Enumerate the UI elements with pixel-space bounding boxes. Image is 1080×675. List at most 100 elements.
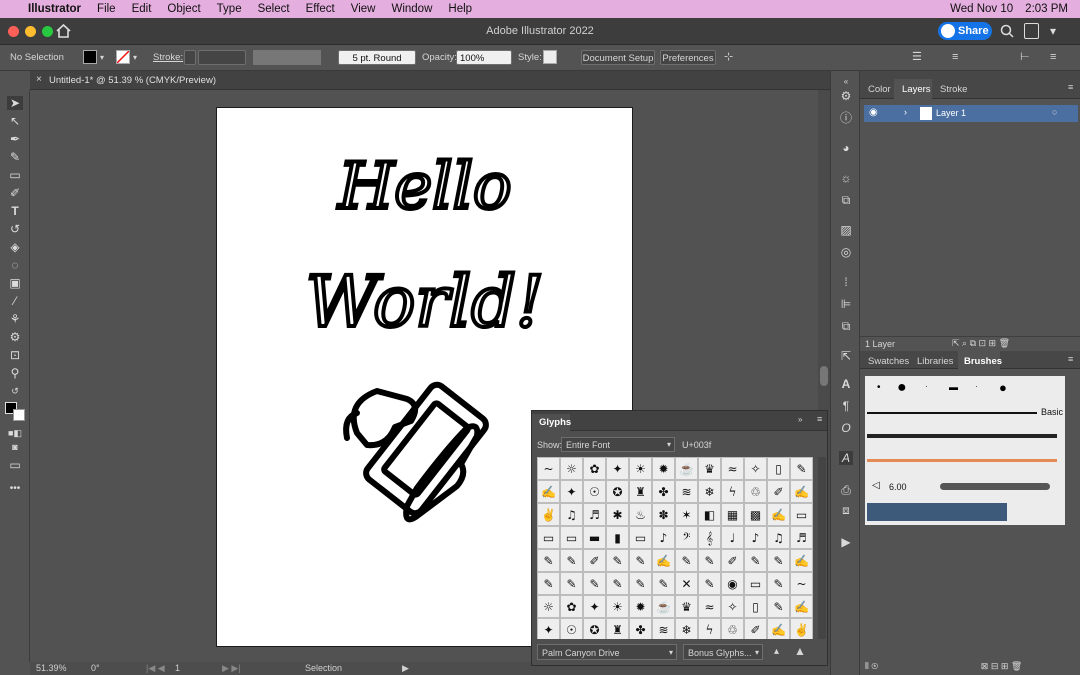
- glyph-cell[interactable]: ϟ: [698, 618, 721, 639]
- brush-tip-oval[interactable]: ▬: [949, 382, 958, 392]
- screen-mode-icon[interactable]: ▭: [7, 458, 23, 472]
- gradient-tool-icon[interactable]: ▣: [7, 276, 23, 290]
- paragraph-icon[interactable]: ¶: [839, 399, 853, 413]
- align-options-icon[interactable]: ⊢: [1020, 50, 1030, 65]
- tab-libraries[interactable]: Libraries: [917, 356, 953, 367]
- glyph-cell[interactable]: ✎: [560, 572, 583, 595]
- glyph-cell[interactable]: ✦: [583, 595, 606, 618]
- hello-text[interactable]: Hello: [335, 148, 513, 226]
- glyph-cell[interactable]: ♨: [629, 503, 652, 526]
- glyph-cell[interactable]: ~: [537, 457, 560, 480]
- transform-panel-icon[interactable]: ⧉: [839, 319, 853, 333]
- rotation-view[interactable]: 0°: [91, 663, 100, 673]
- align-icon[interactable]: ☰: [912, 50, 922, 65]
- glyph-cell[interactable]: ✎: [767, 595, 790, 618]
- align-panel-icon[interactable]: ⊫: [839, 297, 853, 311]
- glyph-cell[interactable]: ▭: [537, 526, 560, 549]
- scroll-thumb[interactable]: [820, 366, 828, 386]
- brush-tip-small[interactable]: •: [877, 382, 881, 393]
- glyph-cell[interactable]: ✍: [767, 503, 790, 526]
- font-family-dropdown[interactable]: Palm Canyon Drive ▾: [537, 644, 677, 660]
- symbol-sprayer-tool-icon[interactable]: ⚙: [7, 330, 23, 344]
- blend-tool-icon[interactable]: ⚘: [7, 312, 23, 326]
- pathfinder-icon[interactable]: ⁞: [839, 275, 853, 289]
- glyph-cell[interactable]: ✍: [790, 595, 813, 618]
- opacity-label[interactable]: Opacity:: [422, 50, 457, 65]
- glyph-cell[interactable]: ✎: [537, 549, 560, 572]
- artboard-tool-icon[interactable]: ⊡: [7, 348, 23, 362]
- glyph-cell[interactable]: ☼: [537, 595, 560, 618]
- gradient-panel-icon[interactable]: ◎: [839, 245, 853, 259]
- glyph-cell[interactable]: ✦: [560, 480, 583, 503]
- menubar-time[interactable]: 2:03 PM: [1025, 3, 1068, 15]
- glyph-cell[interactable]: 𝄞: [698, 526, 721, 549]
- glyph-cell[interactable]: ✪: [606, 480, 629, 503]
- menubar-date[interactable]: Wed Nov 10: [950, 3, 1013, 15]
- tab-color[interactable]: Color: [868, 84, 891, 95]
- color-guide-icon[interactable]: ◕: [839, 141, 853, 155]
- tab-brushes[interactable]: Brushes: [958, 351, 1002, 369]
- glyphs-collapse-icon[interactable]: »: [798, 415, 802, 424]
- glyph-cell[interactable]: ✎: [698, 549, 721, 572]
- fill-dropdown-icon[interactable]: ▾: [100, 50, 104, 65]
- type-tool-icon[interactable]: T: [7, 204, 23, 218]
- glyph-cell[interactable]: ✱: [606, 503, 629, 526]
- expand-layer-icon[interactable]: ›: [904, 107, 907, 117]
- charcoal-brush-stroke[interactable]: [867, 434, 1057, 438]
- stroke-dropdown-icon[interactable]: ▾: [133, 50, 137, 65]
- glyph-cell[interactable]: ✎: [698, 572, 721, 595]
- glyph-cell[interactable]: ▮: [606, 526, 629, 549]
- glyph-cell[interactable]: ❄: [698, 480, 721, 503]
- glyph-cell[interactable]: ≋: [652, 618, 675, 639]
- glyph-cell[interactable]: ✿: [560, 595, 583, 618]
- tab-swatches[interactable]: Swatches: [868, 356, 909, 367]
- draw-mode-icon[interactable]: ◙: [7, 440, 23, 454]
- warp-tool-icon[interactable]: ◌: [7, 258, 23, 272]
- calligraphic-brush-stroke[interactable]: [940, 483, 1050, 490]
- glyph-cell[interactable]: ✤: [652, 480, 675, 503]
- glyph-cell[interactable]: ♬: [790, 526, 813, 549]
- direct-selection-tool-icon[interactable]: ↖: [7, 114, 23, 128]
- pen-tool-icon[interactable]: ✒: [7, 132, 23, 146]
- opacity-input[interactable]: 100%: [456, 50, 512, 65]
- curvature-tool-icon[interactable]: ✎: [7, 150, 23, 164]
- glyphs-menu-icon[interactable]: ≡: [817, 414, 822, 424]
- stroke-label[interactable]: Stroke:: [153, 50, 183, 65]
- eyedropper-tool-icon[interactable]: ⁄: [7, 294, 23, 308]
- menu-select[interactable]: Select: [250, 3, 298, 15]
- search-icon[interactable]: [1000, 24, 1014, 38]
- brush-tip-tiny[interactable]: ·: [925, 382, 928, 391]
- glyph-cell[interactable]: ▭: [790, 503, 813, 526]
- glyph-cell[interactable]: ☀: [629, 457, 652, 480]
- glyph-cell[interactable]: ≈: [721, 457, 744, 480]
- actions-icon[interactable]: ▶: [839, 535, 853, 549]
- zoom-in-glyphs-icon[interactable]: ▲: [794, 644, 806, 658]
- appearance-icon[interactable]: ☼: [839, 171, 853, 185]
- glyph-cell[interactable]: ♜: [606, 618, 629, 639]
- glyph-cell[interactable]: ✤: [629, 618, 652, 639]
- menu-edit[interactable]: Edit: [124, 3, 160, 15]
- glyph-cell[interactable]: ✧: [744, 457, 767, 480]
- world-text[interactable]: World!: [304, 259, 546, 345]
- glyph-grid[interactable]: ~ ☼ ✿ ✦ ☀ ✹ ☕ ♛ ≈ ✧ ▯ ✎ ✍ ✦ ☉ ✪ ♜ ✤ ≋ ❄ ϟ ♲ ✐ ✍ ✌ ♫ ♬ ✱ ♨ ✽ ✶ ◧ ▦ ▩ ✍ ▭ ▭ ▭ ▬ ▮…: [537, 457, 817, 639]
- asset-export-icon[interactable]: ⎙: [839, 483, 853, 497]
- status-menu-icon[interactable]: ▶: [402, 663, 409, 674]
- menu-help[interactable]: Help: [440, 3, 480, 15]
- glyph-cell[interactable]: ✍: [537, 480, 560, 503]
- glyph-cell[interactable]: ✶: [675, 503, 698, 526]
- glyph-cell[interactable]: ❄: [675, 618, 698, 639]
- glyph-cell[interactable]: ✍: [790, 549, 813, 572]
- glyph-cell[interactable]: ✐: [583, 549, 606, 572]
- stroke-swatch[interactable]: [116, 50, 130, 64]
- glyph-cell[interactable]: ♪: [744, 526, 767, 549]
- glyph-cell[interactable]: ✎: [652, 572, 675, 595]
- glyph-cell[interactable]: ▦: [721, 503, 744, 526]
- color-mode-icon[interactable]: ■◧: [7, 426, 23, 440]
- brush-tip-large[interactable]: ●: [897, 379, 907, 397]
- menu-type[interactable]: Type: [209, 3, 250, 15]
- paintbrush-tool-icon[interactable]: ✐: [7, 186, 23, 200]
- glyph-cell[interactable]: ♲: [721, 618, 744, 639]
- distribute-icon[interactable]: ≡: [952, 50, 958, 65]
- glyph-cell[interactable]: ✎: [767, 549, 790, 572]
- brush-definition[interactable]: 5 pt. Round: [338, 50, 416, 65]
